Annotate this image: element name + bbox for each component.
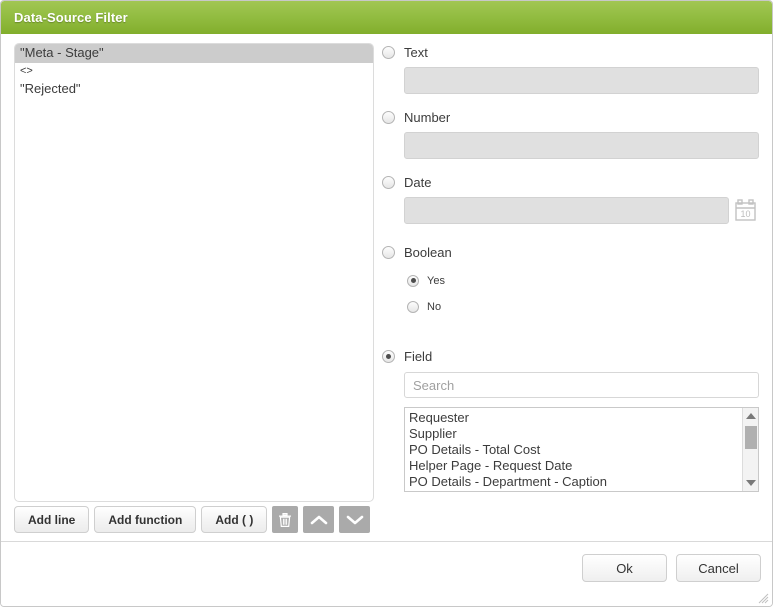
list-item[interactable]: PO Details - Total Cost: [405, 442, 743, 458]
ok-button[interactable]: Ok: [582, 554, 667, 582]
value-type-options: Text Number Date 10 Boolean Yes No Field…: [382, 43, 761, 492]
chevron-up-icon: [310, 514, 328, 526]
delete-line-button[interactable]: [272, 506, 299, 533]
field-list-scrollbar[interactable]: [742, 408, 758, 491]
date-value-input[interactable]: [404, 197, 729, 224]
radio-field[interactable]: [382, 350, 395, 363]
option-field-label: Field: [404, 349, 433, 364]
chevron-down-icon: [346, 514, 364, 526]
resize-grip[interactable]: [757, 591, 769, 604]
dialog-titlebar: Data-Source Filter: [1, 1, 772, 34]
radio-text[interactable]: [382, 46, 395, 59]
scroll-up-button[interactable]: [743, 408, 758, 424]
option-field[interactable]: Field: [382, 347, 761, 366]
expression-toolbar: Add line Add function Add ( ): [14, 506, 371, 533]
number-value-input[interactable]: [404, 132, 759, 159]
option-boolean-label: Boolean: [404, 245, 452, 260]
option-boolean[interactable]: Boolean: [382, 243, 761, 262]
field-list-container[interactable]: Requester Supplier PO Details - Total Co…: [404, 407, 759, 492]
add-function-button[interactable]: Add function: [94, 506, 197, 533]
cancel-button[interactable]: Cancel: [676, 554, 761, 582]
option-boolean-no-label: No: [427, 300, 442, 313]
calendar-day-text: 10: [740, 209, 750, 219]
field-search-input[interactable]: [404, 372, 759, 398]
trash-icon: [278, 512, 292, 528]
list-item[interactable]: Supplier: [405, 426, 743, 442]
add-parentheses-button[interactable]: Add ( ): [201, 506, 268, 533]
radio-boolean-yes[interactable]: [407, 274, 419, 287]
option-text[interactable]: Text: [382, 43, 761, 62]
calendar-icon[interactable]: 10: [734, 198, 759, 223]
triangle-down-icon: [745, 480, 756, 486]
field-list[interactable]: Requester Supplier PO Details - Total Co…: [405, 408, 743, 491]
option-number-label: Number: [404, 110, 451, 125]
radio-boolean[interactable]: [382, 246, 395, 259]
move-up-button[interactable]: [303, 506, 335, 533]
radio-boolean-no[interactable]: [407, 300, 419, 313]
text-value-input[interactable]: [404, 67, 759, 94]
expression-line[interactable]: "Rejected": [15, 80, 373, 99]
scrollbar-thumb[interactable]: [745, 426, 757, 449]
expression-list[interactable]: "Meta - Stage" <> "Rejected": [15, 44, 373, 99]
option-text-label: Text: [404, 45, 428, 60]
option-boolean-no[interactable]: No: [407, 297, 761, 316]
radio-number[interactable]: [382, 111, 395, 124]
option-number[interactable]: Number: [382, 108, 761, 127]
list-item[interactable]: PO Details - Department - Caption: [405, 474, 743, 490]
dialog-footer: Ok Cancel: [1, 541, 772, 606]
date-value-group: 10: [404, 197, 761, 224]
list-item[interactable]: Helper Page - Request Date: [405, 458, 743, 474]
option-boolean-yes[interactable]: Yes: [407, 271, 761, 290]
data-source-filter-dialog: Data-Source Filter "Meta - Stage" <> "Re…: [0, 0, 773, 607]
list-item[interactable]: Meta - Lookup - Name: [405, 490, 743, 491]
expression-editor[interactable]: "Meta - Stage" <> "Rejected": [14, 43, 374, 502]
radio-date[interactable]: [382, 176, 395, 189]
dialog-title: Data-Source Filter: [14, 10, 128, 25]
expression-line[interactable]: "Meta - Stage": [15, 44, 373, 63]
add-line-button[interactable]: Add line: [14, 506, 90, 533]
option-boolean-yes-label: Yes: [427, 274, 445, 287]
option-date-label: Date: [404, 175, 432, 190]
footer-buttons: Ok Cancel: [582, 554, 761, 582]
list-item[interactable]: Requester: [405, 410, 743, 426]
move-down-button[interactable]: [339, 506, 371, 533]
scroll-down-button[interactable]: [743, 475, 758, 491]
option-date[interactable]: Date: [382, 173, 761, 192]
triangle-up-icon: [745, 413, 756, 419]
expression-line[interactable]: <>: [15, 63, 373, 80]
dialog-body: "Meta - Stage" <> "Rejected" Add line Ad…: [1, 34, 772, 542]
